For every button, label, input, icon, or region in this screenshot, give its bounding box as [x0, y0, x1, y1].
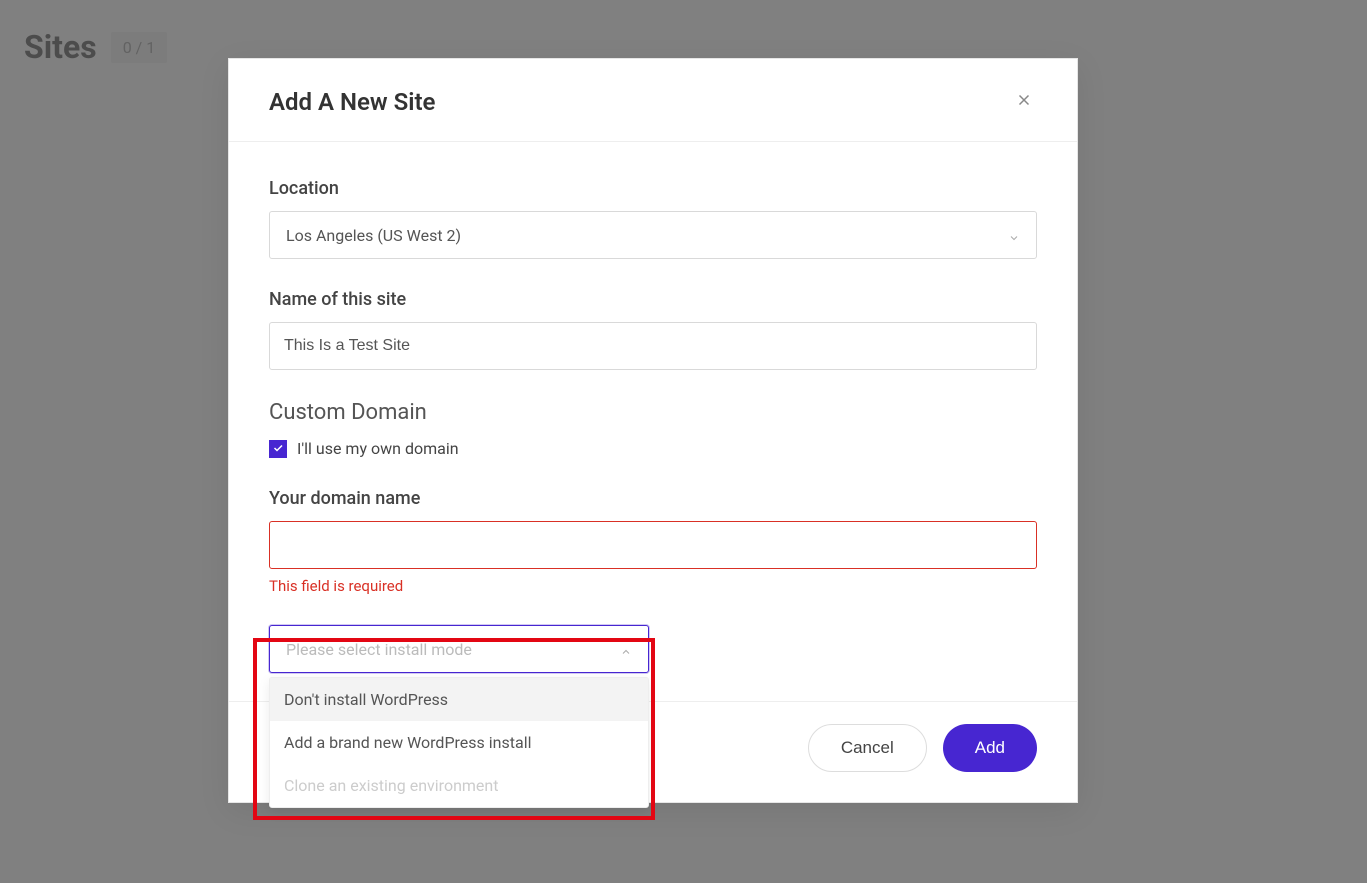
location-group: Location Los Angeles (US West 2): [269, 178, 1037, 259]
domain-name-error: This field is required: [269, 577, 1037, 595]
install-mode-select[interactable]: Please select install mode: [269, 625, 649, 673]
location-select[interactable]: Los Angeles (US West 2): [269, 211, 1037, 259]
add-site-modal: Add A New Site Location Los Angeles (US …: [228, 58, 1078, 803]
chevron-down-icon: [1008, 229, 1020, 241]
install-mode-option[interactable]: Add a brand new WordPress install: [270, 721, 648, 764]
install-mode-placeholder: Please select install mode: [286, 640, 472, 659]
chevron-up-icon: [620, 643, 632, 655]
domain-name-input[interactable]: [269, 521, 1037, 569]
close-icon: [1015, 89, 1033, 114]
own-domain-checkbox-row[interactable]: I'll use my own domain: [269, 439, 1037, 458]
site-name-label: Name of this site: [269, 289, 1037, 310]
cancel-button[interactable]: Cancel: [808, 724, 927, 772]
site-name-group: Name of this site: [269, 289, 1037, 370]
own-domain-checkbox[interactable]: [269, 440, 287, 458]
custom-domain-section-label: Custom Domain: [269, 400, 1037, 425]
modal-body: Location Los Angeles (US West 2) Name of…: [229, 142, 1077, 701]
own-domain-checkbox-label: I'll use my own domain: [297, 439, 459, 458]
custom-domain-group: Custom Domain I'll use my own domain: [269, 400, 1037, 458]
modal-header: Add A New Site: [229, 59, 1077, 142]
location-value: Los Angeles (US West 2): [286, 226, 461, 245]
site-name-input[interactable]: [269, 322, 1037, 370]
check-icon: [272, 439, 284, 458]
location-label: Location: [269, 178, 1037, 199]
install-mode-option[interactable]: Don't install WordPress: [270, 678, 648, 721]
add-button[interactable]: Add: [943, 724, 1037, 772]
modal-title: Add A New Site: [269, 88, 435, 116]
domain-name-label: Your domain name: [269, 488, 1037, 509]
install-mode-area: Please select install mode Don't install…: [269, 625, 649, 673]
install-mode-option: Clone an existing environment: [270, 764, 648, 807]
install-mode-dropdown: Don't install WordPress Add a brand new …: [269, 677, 649, 808]
domain-name-group: Your domain name This field is required: [269, 488, 1037, 595]
close-button[interactable]: [1011, 87, 1037, 117]
